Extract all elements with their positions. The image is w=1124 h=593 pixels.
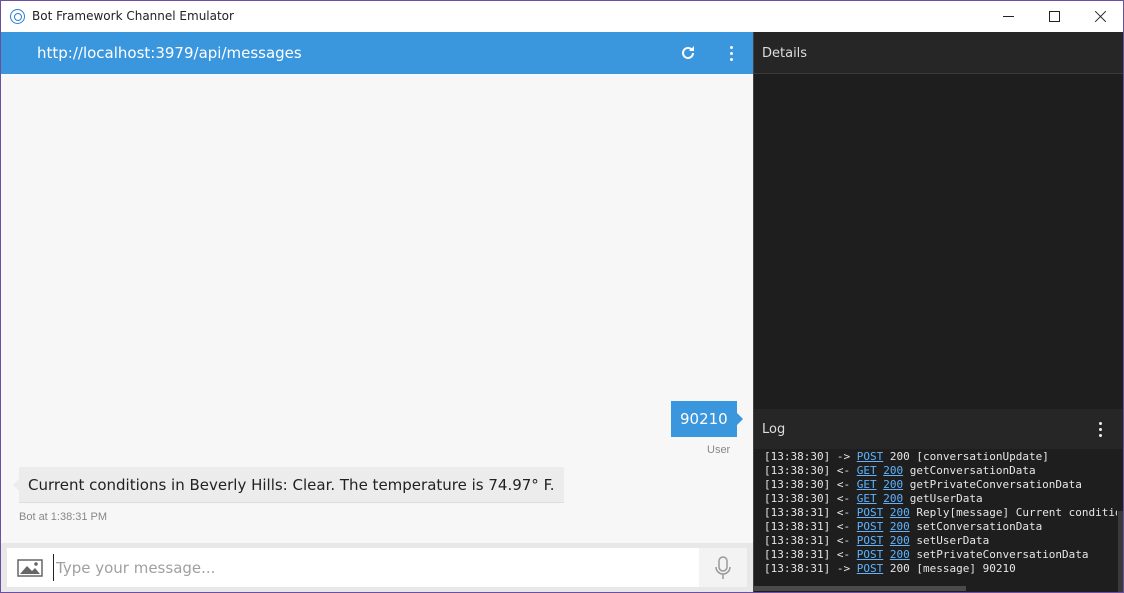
log-text: Reply[message] Current conditio	[916, 506, 1117, 519]
details-body	[754, 74, 1123, 409]
log-text: setUserData	[916, 534, 990, 547]
log-direction: ->	[836, 450, 851, 463]
log-method-link[interactable]: POST	[857, 548, 884, 561]
log-status[interactable]: 200	[890, 506, 910, 519]
log-method-link[interactable]: POST	[857, 562, 884, 575]
bot-message-bubble[interactable]: Current conditions in Beverly Hills: Cle…	[13, 467, 564, 503]
log-text: [conversationUpdate]	[916, 450, 1049, 463]
close-icon	[1094, 10, 1107, 23]
microphone-button[interactable]	[699, 548, 747, 587]
log-status: 200	[889, 450, 910, 463]
log-timestamp: [13:38:31]	[764, 548, 831, 561]
log-horizontal-scrollbar[interactable]	[754, 583, 1117, 592]
log-method-link[interactable]: POST	[857, 506, 884, 519]
chat-panel: http://localhost:3979/api/messages 90210…	[1, 32, 753, 592]
log-status[interactable]: 200	[890, 520, 910, 533]
log-timestamp: [13:38:31]	[764, 520, 831, 533]
log-menu-button[interactable]	[1092, 419, 1108, 439]
compose-bar	[1, 543, 753, 592]
more-vertical-icon	[729, 45, 733, 49]
log-status[interactable]: 200	[883, 492, 903, 505]
log-direction: <-	[836, 506, 851, 519]
log-timestamp: [13:38:30]	[764, 464, 831, 477]
log-method-link[interactable]: POST	[857, 520, 884, 533]
log-method-link[interactable]: GET	[857, 478, 877, 491]
inspector-panel: Details Log [13:38:30] -> POST 200 [conv…	[753, 32, 1123, 592]
details-title: Details	[762, 46, 808, 61]
log-header: Log	[754, 409, 1123, 449]
log-entry: [13:38:30] -> POST 200 [conversationUpda…	[764, 450, 1117, 464]
emulator-window: Bot Framework Channel Emulator http://lo…	[0, 0, 1124, 593]
log-list: [13:38:30] -> POST 200 [conversationUpda…	[754, 449, 1117, 583]
log-timestamp: [13:38:31]	[764, 506, 831, 519]
close-button[interactable]	[1077, 1, 1123, 32]
minimize-icon	[1002, 16, 1014, 17]
log-direction: <-	[836, 548, 851, 561]
log-status[interactable]: 200	[883, 464, 903, 477]
log-vertical-scroll-thumb[interactable]	[1118, 511, 1123, 592]
minimize-button[interactable]	[985, 1, 1031, 32]
image-upload-icon	[17, 559, 43, 577]
log-text: setPrivateConversationData	[916, 548, 1089, 561]
message-input[interactable]	[53, 554, 693, 581]
log-direction: <-	[836, 478, 851, 491]
log-text: getUserData	[909, 492, 983, 505]
more-vertical-icon	[1098, 421, 1102, 425]
log-method-link[interactable]: POST	[857, 534, 884, 547]
log-entry: [13:38:31] <- POST 200 setConversationDa…	[764, 520, 1117, 534]
bot-emulator-icon	[10, 9, 25, 24]
chat-header: http://localhost:3979/api/messages	[1, 32, 753, 74]
log-text: [message] 90210	[916, 562, 1016, 575]
log-text: getConversationData	[909, 464, 1036, 477]
bot-message-meta: Bot at 1:38:31 PM	[19, 511, 108, 523]
log-entry: [13:38:31] <- POST 200 setPrivateConvers…	[764, 548, 1117, 562]
refresh-icon	[682, 46, 694, 59]
log-entry: [13:38:30] <- GET 200 getConversationDat…	[764, 464, 1117, 478]
log-entry: [13:38:31] <- POST 200 Reply[message] Cu…	[764, 506, 1117, 520]
log-method-link[interactable]: GET	[857, 464, 877, 477]
log-status[interactable]: 200	[890, 534, 910, 547]
maximize-button[interactable]	[1031, 1, 1077, 32]
log-status: 200	[889, 562, 910, 575]
log-timestamp: [13:38:30]	[764, 478, 831, 491]
log-entry: [13:38:31] <- POST 200 setUserData	[764, 534, 1117, 548]
log-horizontal-scroll-thumb[interactable]	[754, 586, 966, 591]
details-header: Details	[754, 32, 1123, 74]
log-title: Log	[762, 422, 786, 437]
microphone-icon	[715, 555, 731, 579]
title-bar: Bot Framework Channel Emulator	[1, 1, 1123, 32]
maximize-icon	[1048, 11, 1060, 22]
log-text: getPrivateConversationData	[909, 478, 1082, 491]
upload-image-button[interactable]	[16, 556, 44, 578]
log-entry: [13:38:30] <- GET 200 getPrivateConversa…	[764, 478, 1117, 492]
log-timestamp: [13:38:30]	[764, 492, 831, 505]
log-status[interactable]: 200	[890, 548, 910, 561]
log-entry: [13:38:31] -> POST 200 [message] 90210	[764, 562, 1117, 576]
log-method-link[interactable]: GET	[857, 492, 877, 505]
user-message-meta: User	[707, 444, 731, 456]
log-status[interactable]: 200	[883, 478, 903, 491]
log-timestamp: [13:38:30]	[764, 450, 831, 463]
log-direction: ->	[836, 562, 851, 575]
log-direction: <-	[836, 534, 851, 547]
refresh-button[interactable]	[677, 42, 699, 64]
log-vertical-scrollbar[interactable]	[1117, 449, 1123, 592]
window-title: Bot Framework Channel Emulator	[32, 9, 234, 23]
log-timestamp: [13:38:31]	[764, 534, 831, 547]
chat-menu-button[interactable]	[721, 42, 741, 64]
log-text: setConversationData	[916, 520, 1043, 533]
compose-box	[7, 548, 747, 587]
log-entry: [13:38:30] <- GET 200 getUserData	[764, 492, 1117, 506]
log-direction: <-	[836, 464, 851, 477]
log-direction: <-	[836, 520, 851, 533]
user-message-bubble[interactable]: 90210	[671, 401, 743, 437]
log-timestamp: [13:38:31]	[764, 562, 831, 575]
log-direction: <-	[836, 492, 851, 505]
log-method-link[interactable]: POST	[857, 450, 884, 463]
endpoint-url[interactable]: http://localhost:3979/api/messages	[37, 44, 302, 62]
